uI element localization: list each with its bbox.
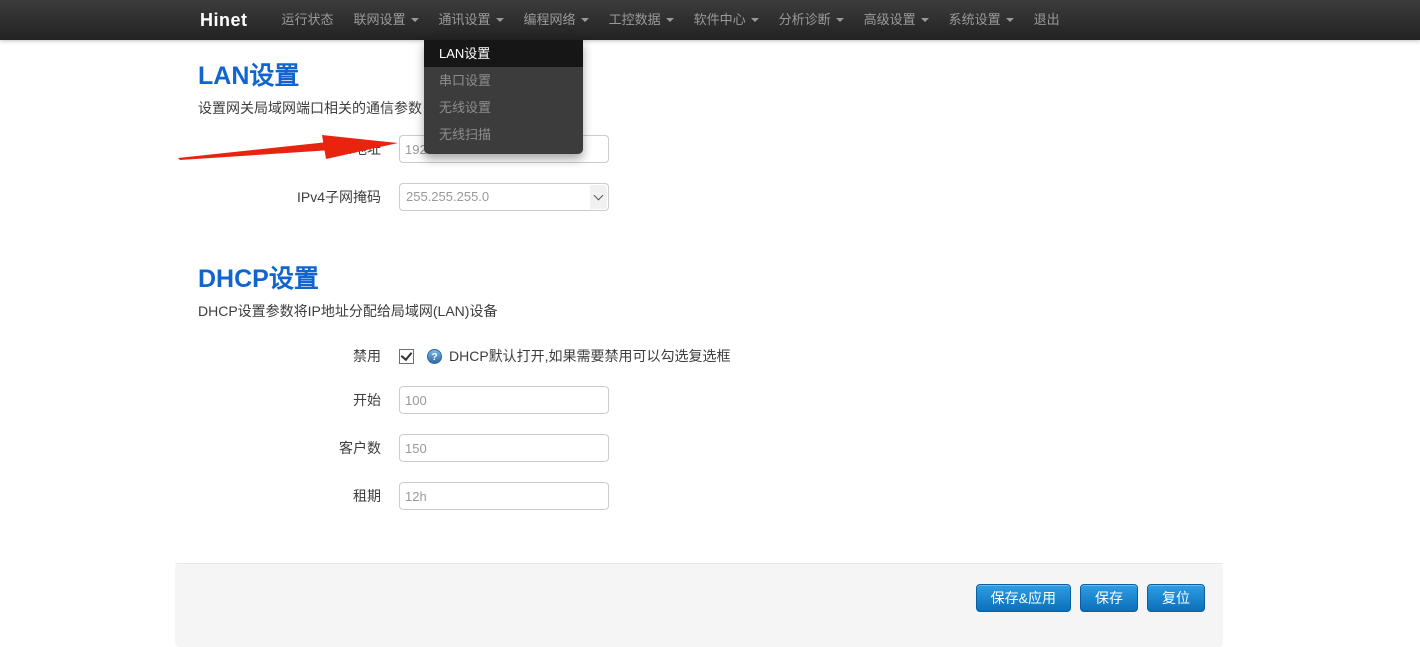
dropdown-item-lan-settings[interactable]: LAN设置 [424,40,583,67]
help-icon: ? [427,349,442,364]
dhcp-disable-row: 禁用 ? DHCP默认打开,如果需要禁用可以勾选复选框 [175,346,1223,366]
dhcp-lease-input[interactable] [399,482,609,510]
menu-item-programming-network[interactable]: 编程网络 [514,0,599,40]
ipv4-address-label: IPv4地址 [175,139,381,159]
ipv4-netmask-selected-value: 255.255.255.0 [400,184,608,210]
caret-down-icon [751,18,759,22]
main-content: LAN设置 设置网关局域网端口相关的通信参数 IPv4地址 IPv4子网掩码 2… [175,62,1223,647]
dropdown-item-wireless-scan[interactable]: 无线扫描 [424,121,583,148]
menu-item-comm-settings[interactable]: 通讯设置 [429,0,514,40]
dropdown-item-serial-settings[interactable]: 串口设置 [424,67,583,94]
ipv4-netmask-row: IPv4子网掩码 255.255.255.0 [175,183,1223,211]
dhcp-section-subtitle: DHCP设置参数将IP地址分配给局域网(LAN)设备 [175,301,1223,321]
dhcp-clients-row: 客户数 [175,434,1223,462]
ipv4-address-row: IPv4地址 [175,135,1223,163]
menu-item-diagnostics[interactable]: 分析诊断 [769,0,854,40]
dropdown-item-wireless-settings[interactable]: 无线设置 [424,94,583,121]
caret-down-icon [836,18,844,22]
dhcp-disable-hint: DHCP默认打开,如果需要禁用可以勾选复选框 [449,346,731,366]
comm-settings-dropdown: LAN设置 串口设置 无线设置 无线扫描 [424,40,583,154]
main-menu: 运行状态 联网设置 通讯设置 编程网络 工控数据 软件中心 分析诊断 高级设置 … [272,0,1070,40]
dhcp-start-row: 开始 [175,386,1223,414]
caret-down-icon [496,18,504,22]
reset-button[interactable]: 复位 [1147,584,1205,612]
caret-down-icon [411,18,419,22]
dhcp-clients-input[interactable] [399,434,609,462]
caret-down-icon [666,18,674,22]
top-navbar: Hinet 运行状态 联网设置 通讯设置 编程网络 工控数据 软件中心 分析诊断… [0,0,1420,40]
lan-section-title: LAN设置 [175,62,1223,90]
menu-item-industrial-data[interactable]: 工控数据 [599,0,684,40]
caret-down-icon [921,18,929,22]
dhcp-disable-checkbox[interactable] [399,349,414,364]
caret-down-icon [581,18,589,22]
dhcp-section-title: DHCP设置 [175,265,1223,293]
dhcp-disable-label: 禁用 [175,346,381,366]
ipv4-netmask-select[interactable]: 255.255.255.0 [399,183,609,211]
dhcp-start-input[interactable] [399,386,609,414]
navbar-inner: Hinet 运行状态 联网设置 通讯设置 编程网络 工控数据 软件中心 分析诊断… [175,0,1420,40]
menu-item-run-status[interactable]: 运行状态 [272,0,344,40]
menu-item-system-settings[interactable]: 系统设置 [939,0,1024,40]
save-apply-button[interactable]: 保存&应用 [976,584,1071,612]
menu-item-software-center[interactable]: 软件中心 [684,0,769,40]
save-button[interactable]: 保存 [1080,584,1138,612]
dhcp-lease-label: 租期 [175,486,381,506]
dhcp-lease-row: 租期 [175,482,1223,510]
caret-down-icon [1006,18,1014,22]
lan-section-subtitle: 设置网关局域网端口相关的通信参数 [175,98,1223,118]
chevron-down-icon [594,191,604,201]
menu-item-network-settings[interactable]: 联网设置 [344,0,429,40]
menu-item-advanced-settings[interactable]: 高级设置 [854,0,939,40]
dhcp-start-label: 开始 [175,390,381,410]
menu-item-logout[interactable]: 退出 [1024,0,1070,40]
dhcp-clients-label: 客户数 [175,438,381,458]
ipv4-netmask-label: IPv4子网掩码 [175,187,381,207]
footer-action-bar: 保存&应用 保存 复位 [175,564,1223,647]
brand-logo[interactable]: Hinet [200,10,248,31]
select-dropdown-button[interactable] [590,185,607,209]
